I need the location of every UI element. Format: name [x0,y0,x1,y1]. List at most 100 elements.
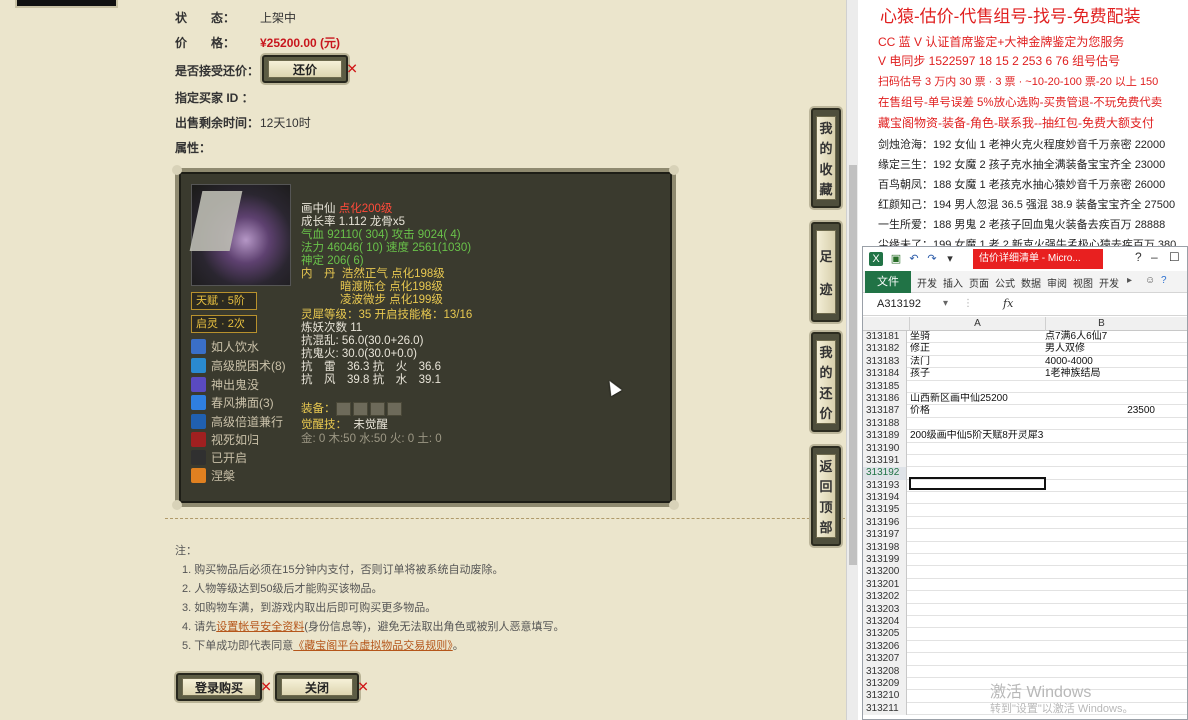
row-header[interactable]: 313197 [863,529,907,542]
ribbon-tab[interactable]: 数据 [1021,275,1041,290]
column-header-b[interactable]: B [1045,317,1157,331]
row-header[interactable]: 313181 [863,331,907,344]
smiley-icon[interactable]: ☺ [1145,275,1155,286]
scrollbar-thumb[interactable] [849,165,857,565]
price-value: ¥25200.00 (元) [260,36,341,50]
maximize-icon[interactable]: ☐ [1169,250,1180,264]
cell-a[interactable]: 价格 [910,405,1044,417]
save-icon[interactable]: ▣ [889,252,903,266]
my-counter-offers-tab[interactable]: 我的还价 [811,332,841,432]
row-header[interactable]: 313183 [863,355,907,369]
row-header[interactable]: 313193 [863,479,907,493]
minimize-icon[interactable]: – [1151,250,1158,264]
row-header[interactable]: 313206 [863,640,907,654]
sheet-row: 313193 [863,479,1187,493]
fx-icon[interactable]: fx [1003,297,1013,310]
side-tab-char: 返 [819,459,833,475]
equip-slot[interactable] [369,402,385,416]
cell-b[interactable]: 1老神族结局 [1045,368,1155,380]
doc-title: 心猿-估价-代售组号-找号-免费配装 [880,7,1141,26]
close-button[interactable]: 关闭 ✕ [275,673,369,701]
security-settings-link[interactable]: 设置帐号安全资料 [216,621,304,633]
row-header[interactable]: 313208 [863,665,907,678]
spirit-level: 灵犀等级：35 开启技能格：13/16 [301,309,473,321]
doc-line: 在售组号-单号误差 5%放心选购-买贵管退-不玩免费代卖 [878,97,1163,109]
trade-page: 状 态： 上架中 价 格： ¥25200.00 (元) 是否接受还价： 还价 ✕ 指… [0,0,858,720]
close-button-label: 关闭 [281,678,353,696]
ribbon-tab[interactable]: 开发 [1099,275,1119,290]
row-header[interactable]: 313182 [863,343,907,356]
ribbon-tab[interactable]: 页面 [969,275,989,290]
redo-icon[interactable]: ↷ [925,252,939,266]
cell-b[interactable]: 男人双修 [1045,343,1155,355]
row-header[interactable]: 313205 [863,628,907,641]
counter-offer-button[interactable]: 还价 ✕ [262,55,358,83]
row-header[interactable]: 313192 [863,467,907,480]
row-header[interactable]: 313198 [863,541,907,555]
cell-b[interactable]: 点7满6人6仙7 [1045,331,1155,343]
row-header[interactable]: 313194 [863,492,907,505]
row-header[interactable]: 313187 [863,405,907,418]
row-header[interactable]: 313188 [863,417,907,431]
my-favorites-tab[interactable]: 我的收藏 [811,108,841,208]
cell-b[interactable]: 4000-4000 [1045,356,1155,368]
cell-a[interactable]: 修正 [910,343,1044,355]
row-header[interactable]: 313190 [863,442,907,455]
ribbon-tab[interactable]: 公式 [995,275,1015,290]
row-header[interactable]: 313204 [863,615,907,629]
equip-slot[interactable] [352,402,368,416]
row-header[interactable]: 313210 [863,690,907,703]
cell-a[interactable]: 200级画中仙5阶天赋8开灵犀35 [910,430,1044,442]
ribbon-tab[interactable]: 视图 [1073,275,1093,290]
row-header[interactable]: 313184 [863,368,907,381]
skill-item[interactable]: 春风拂面(3) [191,394,274,411]
ribbon-tab[interactable]: 审阅 [1047,275,1067,290]
cell-a[interactable]: 山西新区画中仙25200 [910,393,1044,405]
row-header[interactable]: 313191 [863,454,907,468]
row-header[interactable]: 313203 [863,603,907,616]
equip-slot[interactable] [335,402,351,416]
customize-quick-access-icon[interactable]: ▾ [943,252,957,266]
ribbon-tab[interactable]: 开发 [917,275,937,290]
footprint-tab[interactable]: 足迹 [811,222,841,322]
ribbon-scroll-icon[interactable]: ▸ [1127,275,1132,286]
skill-item[interactable]: 已开启 [191,449,247,466]
help-icon[interactable]: ? [1135,250,1142,264]
name-box[interactable]: A313192 [867,297,937,312]
login-buy-button[interactable]: 登录购买 ✕ [176,673,272,701]
row-header[interactable]: 313207 [863,653,907,666]
trade-rules-link[interactable]: 《藏宝阁平台虚拟物品交易规则》 [293,640,453,652]
skill-item[interactable]: 涅槃 [191,467,235,484]
skill-item[interactable]: 神出鬼没 [191,376,259,393]
excel-window-title: 估价详细清单 - Micro... [973,249,1103,269]
row-header[interactable]: 313199 [863,554,907,567]
cell-a[interactable]: 孩子 [910,368,1044,380]
cell-b[interactable]: 23500 [1045,405,1155,417]
row-header[interactable]: 313195 [863,504,907,517]
row-header[interactable]: 313202 [863,591,907,604]
ribbon-tab[interactable]: 插入 [943,275,963,290]
name-box-dropdown-icon[interactable]: ▾ [943,298,948,309]
skill-item[interactable]: 高级倍道兼行 [191,413,283,430]
help-circle-icon[interactable]: ? [1161,275,1167,286]
row-header[interactable]: 313186 [863,392,907,406]
column-header-a[interactable]: A [909,317,1045,331]
back-to-top-tab[interactable]: 返回顶部 [811,446,841,546]
cell-a[interactable]: 法门 [910,356,1044,368]
skill-item[interactable]: 高级脱困术(8) [191,357,286,374]
equip-slot[interactable] [386,402,402,416]
row-header[interactable]: 313211 [863,702,907,716]
row-header[interactable]: 313200 [863,566,907,579]
skill-item[interactable]: 视死如归 [191,431,259,448]
row-header[interactable]: 313209 [863,677,907,691]
undo-icon[interactable]: ↶ [907,252,921,266]
skill-item[interactable]: 如人饮水 [191,338,259,355]
row-header[interactable]: 313201 [863,578,907,592]
ribbon-tab-file[interactable]: 文件 [865,271,911,293]
row-header[interactable]: 313196 [863,516,907,530]
page-scrollbar[interactable] [846,0,858,720]
sheet-row: 313200 [863,566,1187,579]
cell-a[interactable]: 坐骑 [910,331,1044,343]
row-header[interactable]: 313189 [863,430,907,443]
row-header[interactable]: 313185 [863,380,907,393]
